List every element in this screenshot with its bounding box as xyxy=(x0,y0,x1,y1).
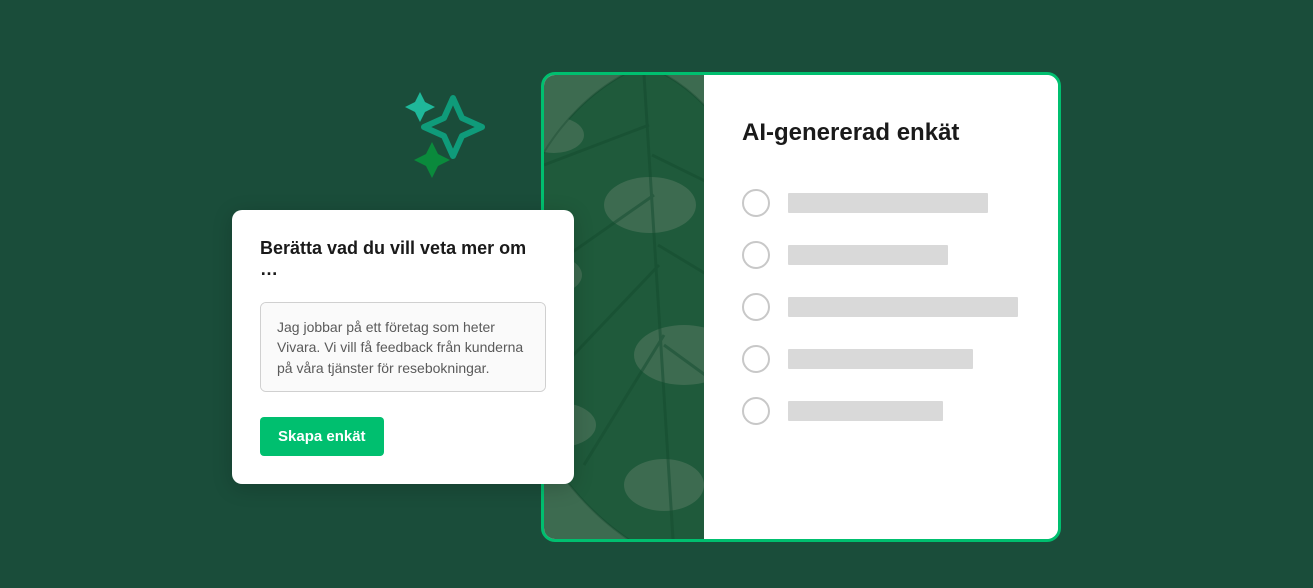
prompt-textarea[interactable] xyxy=(260,302,546,392)
prompt-title: Berätta vad du vill veta mer om … xyxy=(260,238,546,280)
option-placeholder xyxy=(788,245,948,265)
survey-option-row xyxy=(742,345,1020,373)
survey-option-row xyxy=(742,397,1020,425)
survey-option-row xyxy=(742,241,1020,269)
survey-option-row xyxy=(742,189,1020,217)
option-placeholder xyxy=(788,349,973,369)
survey-preview-card: AI-genererad enkät xyxy=(541,72,1061,542)
survey-option-row xyxy=(742,293,1020,321)
radio-icon[interactable] xyxy=(742,397,770,425)
option-placeholder xyxy=(788,297,1018,317)
option-placeholder xyxy=(788,193,988,213)
create-survey-button[interactable]: Skapa enkät xyxy=(260,417,384,456)
radio-icon[interactable] xyxy=(742,189,770,217)
radio-icon[interactable] xyxy=(742,293,770,321)
radio-icon[interactable] xyxy=(742,345,770,373)
sparkle-cluster-icon xyxy=(398,80,498,180)
prompt-card: Berätta vad du vill veta mer om … Skapa … xyxy=(232,210,574,484)
radio-icon[interactable] xyxy=(742,241,770,269)
preview-content: AI-genererad enkät xyxy=(704,75,1058,539)
preview-title: AI-genererad enkät xyxy=(742,119,1020,147)
option-placeholder xyxy=(788,401,943,421)
